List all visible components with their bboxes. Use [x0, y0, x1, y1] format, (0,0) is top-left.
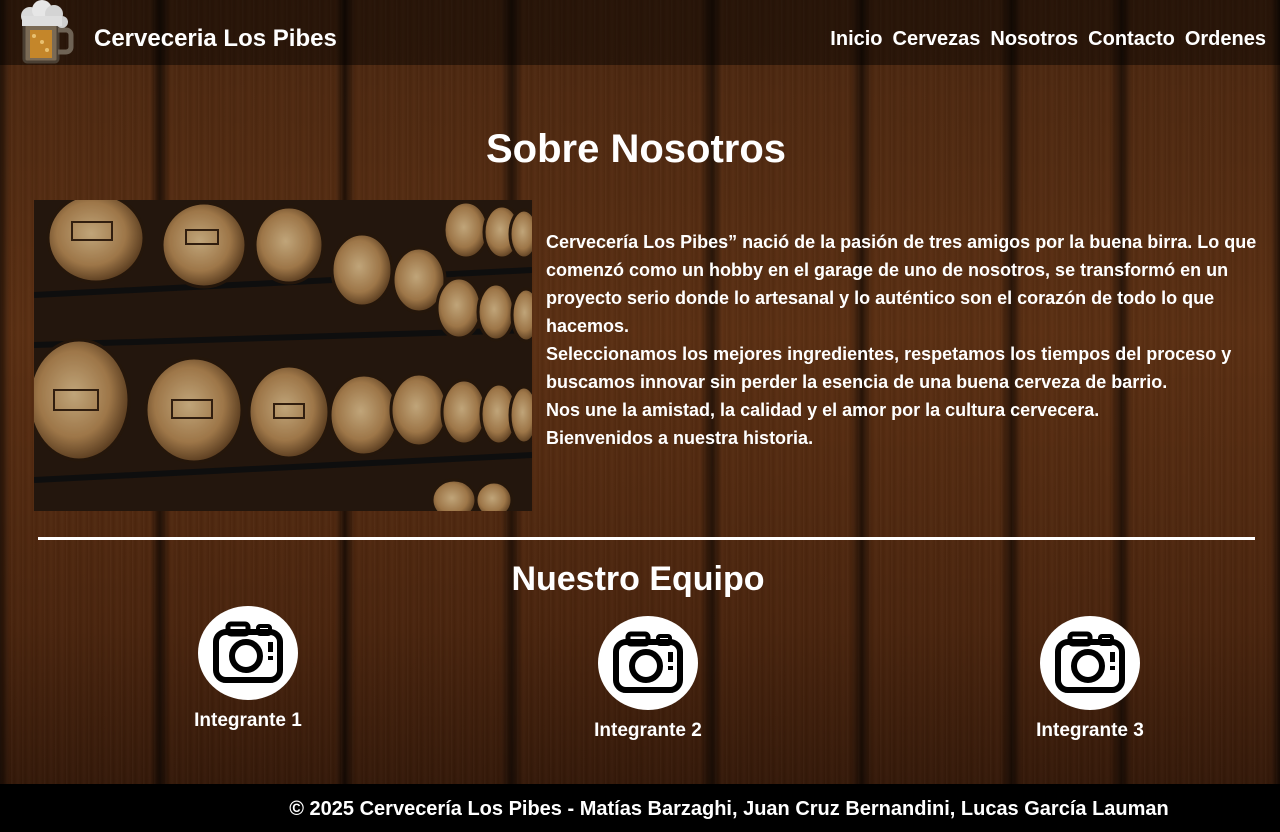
about-paragraph: Nos une la amistad, la calidad y el amor… [546, 400, 1100, 420]
barrels-photo [34, 200, 532, 511]
team-member-1: Integrante 1 [178, 606, 318, 734]
beer-mug-logo-icon[interactable] [18, 0, 74, 66]
about-paragraph: Bienvenidos a nuestra historia. [546, 428, 814, 448]
site-header: Cerveceria Los Pibes Inicio Cervezas Nos… [0, 0, 1280, 65]
team-member-name: Integrante 1 [194, 710, 302, 731]
team-title: Nuestro Equipo [511, 560, 765, 598]
camera-icon [198, 606, 298, 700]
nav-link-ordenes[interactable]: Ordenes [1185, 26, 1266, 52]
team-member-name: Integrante 2 [594, 720, 702, 741]
footer-copyright: © 2025 Cervecería Los Pibes - Matías Bar… [289, 798, 1169, 820]
nav-link-cervezas[interactable]: Cervezas [893, 26, 981, 52]
about-title: Sobre Nosotros [485, 127, 787, 171]
nav-link-nosotros[interactable]: Nosotros [990, 26, 1078, 52]
nav-link-inicio[interactable]: Inicio [830, 26, 882, 52]
nav-link-contacto[interactable]: Contacto [1088, 26, 1175, 52]
about-text: Cervecería Los Pibes” nació de la pasión… [546, 228, 1258, 452]
camera-icon [598, 616, 698, 710]
about-paragraph: Seleccionamos los mejores ingredientes, … [546, 344, 1232, 392]
camera-icon [1040, 616, 1140, 710]
team-member-3: Integrante 3 [1020, 616, 1160, 744]
section-divider [38, 537, 1255, 540]
team-member-name: Integrante 3 [1036, 720, 1144, 741]
main-nav: Inicio Cervezas Nosotros Contacto Ordene… [830, 26, 1266, 52]
site-footer: © 2025 Cervecería Los Pibes - Matías Bar… [0, 784, 1280, 832]
team-member-2: Integrante 2 [578, 616, 718, 744]
brand-name[interactable]: Cerveceria Los Pibes [94, 24, 337, 54]
about-paragraph: Cervecería Los Pibes” nació de la pasión… [546, 232, 1257, 336]
